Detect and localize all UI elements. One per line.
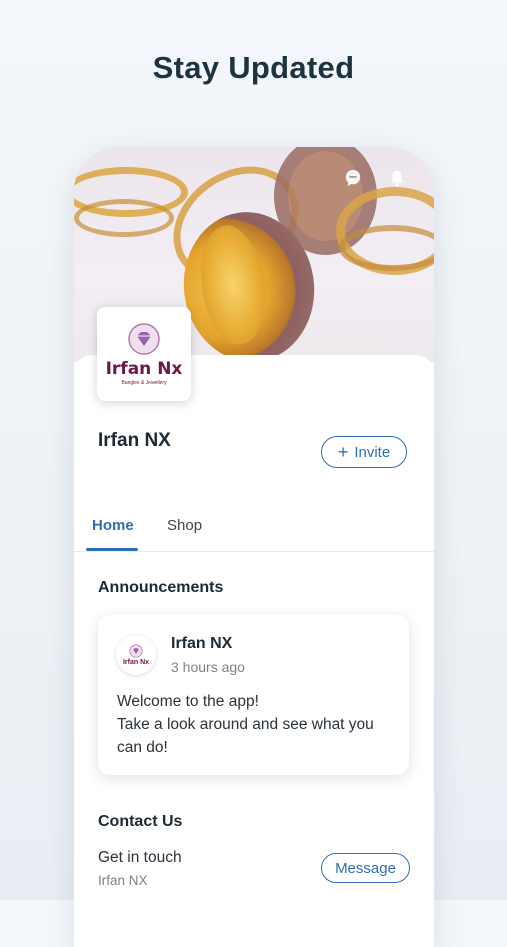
chat-bubble-icon[interactable] <box>344 169 362 187</box>
post-body-line: Take a look around and see what you <box>117 716 374 733</box>
post-author: Irfan NX <box>171 635 233 652</box>
avatar: Irfan Nx <box>116 635 156 675</box>
tab-shop[interactable]: Shop <box>167 517 202 534</box>
phone-frame: Irfan Nx Bangles & Jewellery Irfan NX + … <box>74 147 434 947</box>
logo-text: Irfan Nx <box>105 359 183 379</box>
headline: Stay Updated <box>152 50 355 85</box>
message-button[interactable]: Message <box>321 853 410 883</box>
active-tab-indicator <box>86 548 138 551</box>
post-body-line: can do! <box>117 739 168 756</box>
contact-line: Get in touch <box>98 849 182 866</box>
post-body-line: Welcome to the app! <box>117 693 259 710</box>
tab-home[interactable]: Home <box>92 517 134 534</box>
contact-subline: Irfan NX <box>98 873 148 888</box>
invite-button[interactable]: + Invite <box>321 436 407 468</box>
tab-bar: Home Shop <box>74 507 434 552</box>
contact-title: Contact Us <box>98 813 183 830</box>
business-name: Irfan NX <box>98 430 171 451</box>
avatar-text: Irfan Nx <box>122 659 150 666</box>
post-body: Welcome to the app! Take a look around a… <box>117 690 397 759</box>
plus-icon: + <box>337 441 349 462</box>
invite-label: Invite <box>354 443 391 461</box>
diamond-icon <box>128 323 160 355</box>
business-logo: Irfan Nx Bangles & Jewellery <box>97 307 191 401</box>
notification-bell-icon[interactable] <box>388 169 406 187</box>
post-timestamp: 3 hours ago <box>171 659 245 675</box>
announcement-card[interactable]: Irfan Nx Irfan NX 3 hours ago Welcome to… <box>98 615 409 775</box>
logo-subtitle: Bangles & Jewellery <box>121 380 167 386</box>
diamond-icon <box>129 644 143 658</box>
announcements-title: Announcements <box>98 579 224 596</box>
